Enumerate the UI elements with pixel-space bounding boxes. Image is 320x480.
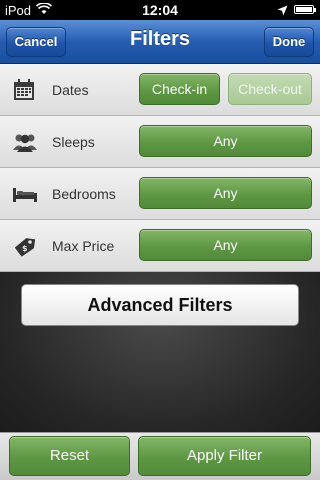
reset-button[interactable]: Reset xyxy=(9,436,130,476)
advanced-section: Advanced Filters xyxy=(0,272,320,432)
price-tag-icon: $ xyxy=(12,234,38,258)
location-arrow-icon xyxy=(277,4,288,19)
done-button[interactable]: Done xyxy=(264,27,314,57)
check-in-button[interactable]: Check-in xyxy=(139,73,220,105)
filter-label-max-price: Max Price xyxy=(52,238,115,254)
svg-text:$: $ xyxy=(22,244,28,253)
filter-row-dates: Dates Check-in Check-out xyxy=(0,64,320,116)
status-bar: iPod 12:04 xyxy=(0,0,320,20)
apply-filter-button[interactable]: Apply Filter xyxy=(138,436,311,476)
filter-row-max-price: $ Max Price Any xyxy=(0,220,320,272)
bedrooms-select-button[interactable]: Any xyxy=(139,177,312,209)
bed-icon xyxy=(12,182,38,206)
calendar-icon xyxy=(12,78,38,102)
filter-list: Dates Check-in Check-out Sleeps Any Bedr… xyxy=(0,64,320,272)
clock-time: 12:04 xyxy=(142,2,178,18)
filter-row-bedrooms: Bedrooms Any xyxy=(0,168,320,220)
filter-label-bedrooms: Bedrooms xyxy=(52,186,116,202)
filter-row-sleeps: Sleeps Any xyxy=(0,116,320,168)
filter-label-sleeps: Sleeps xyxy=(52,134,95,150)
max-price-select-button[interactable]: Any xyxy=(139,229,312,261)
filter-label-dates: Dates xyxy=(52,82,89,98)
people-icon xyxy=(12,130,38,154)
battery-icon xyxy=(294,5,316,14)
check-out-button[interactable]: Check-out xyxy=(228,73,312,105)
bottom-toolbar: Reset Apply Filter xyxy=(0,432,320,480)
navigation-bar: Cancel Filters Done xyxy=(0,20,320,64)
advanced-filters-button[interactable]: Advanced Filters xyxy=(21,284,299,326)
sleeps-select-button[interactable]: Any xyxy=(139,125,312,157)
